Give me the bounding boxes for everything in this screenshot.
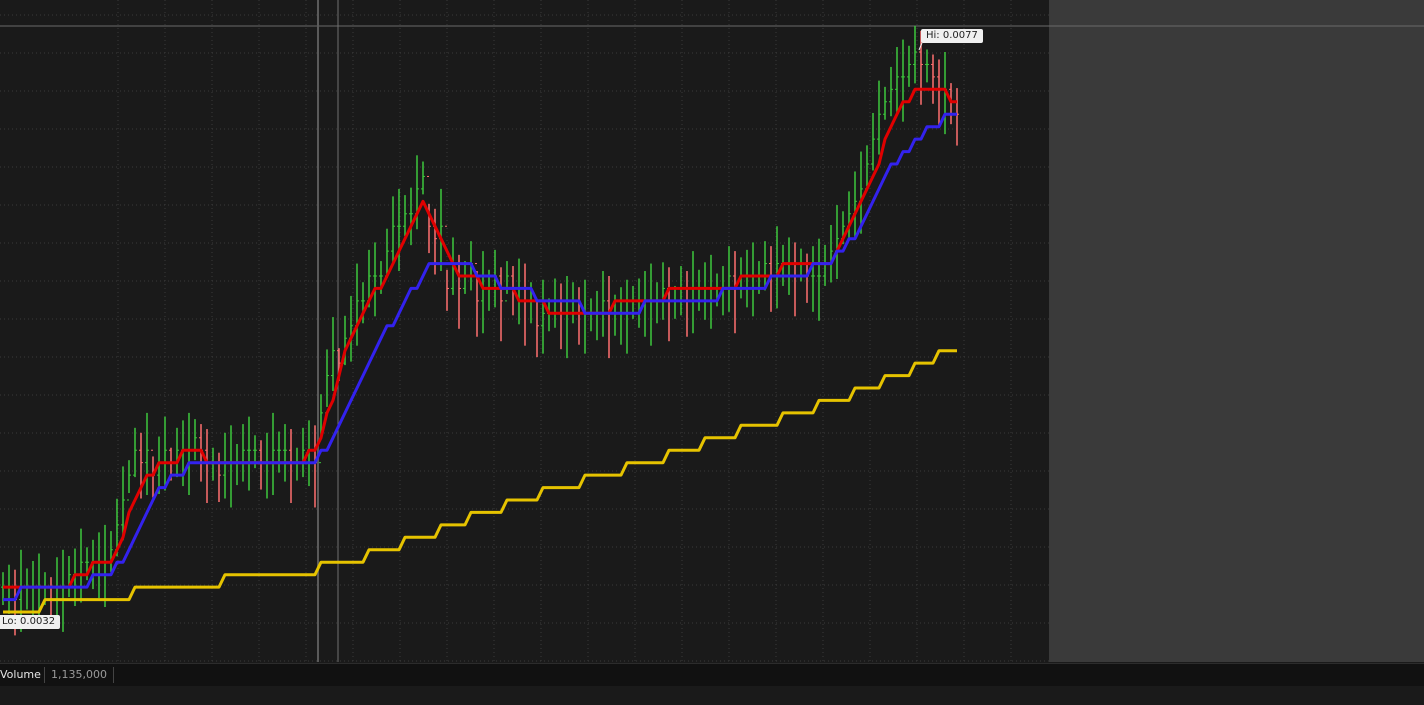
volume-header: Volume 1,135,000 [0, 663, 1424, 687]
future-area [1049, 0, 1424, 662]
volume-pane[interactable] [0, 686, 1424, 705]
price-chart[interactable] [0, 0, 1424, 662]
volume-label: Volume [0, 668, 41, 681]
chart-root[interactable]: Hi: 0.0077 Lo: 0.0032 Volume 1,135,000 [0, 0, 1424, 705]
volume-value: 1,135,000 [44, 667, 114, 683]
high-price-tag: Hi: 0.0077 [921, 29, 983, 43]
low-price-tag: Lo: 0.0032 [0, 615, 61, 629]
